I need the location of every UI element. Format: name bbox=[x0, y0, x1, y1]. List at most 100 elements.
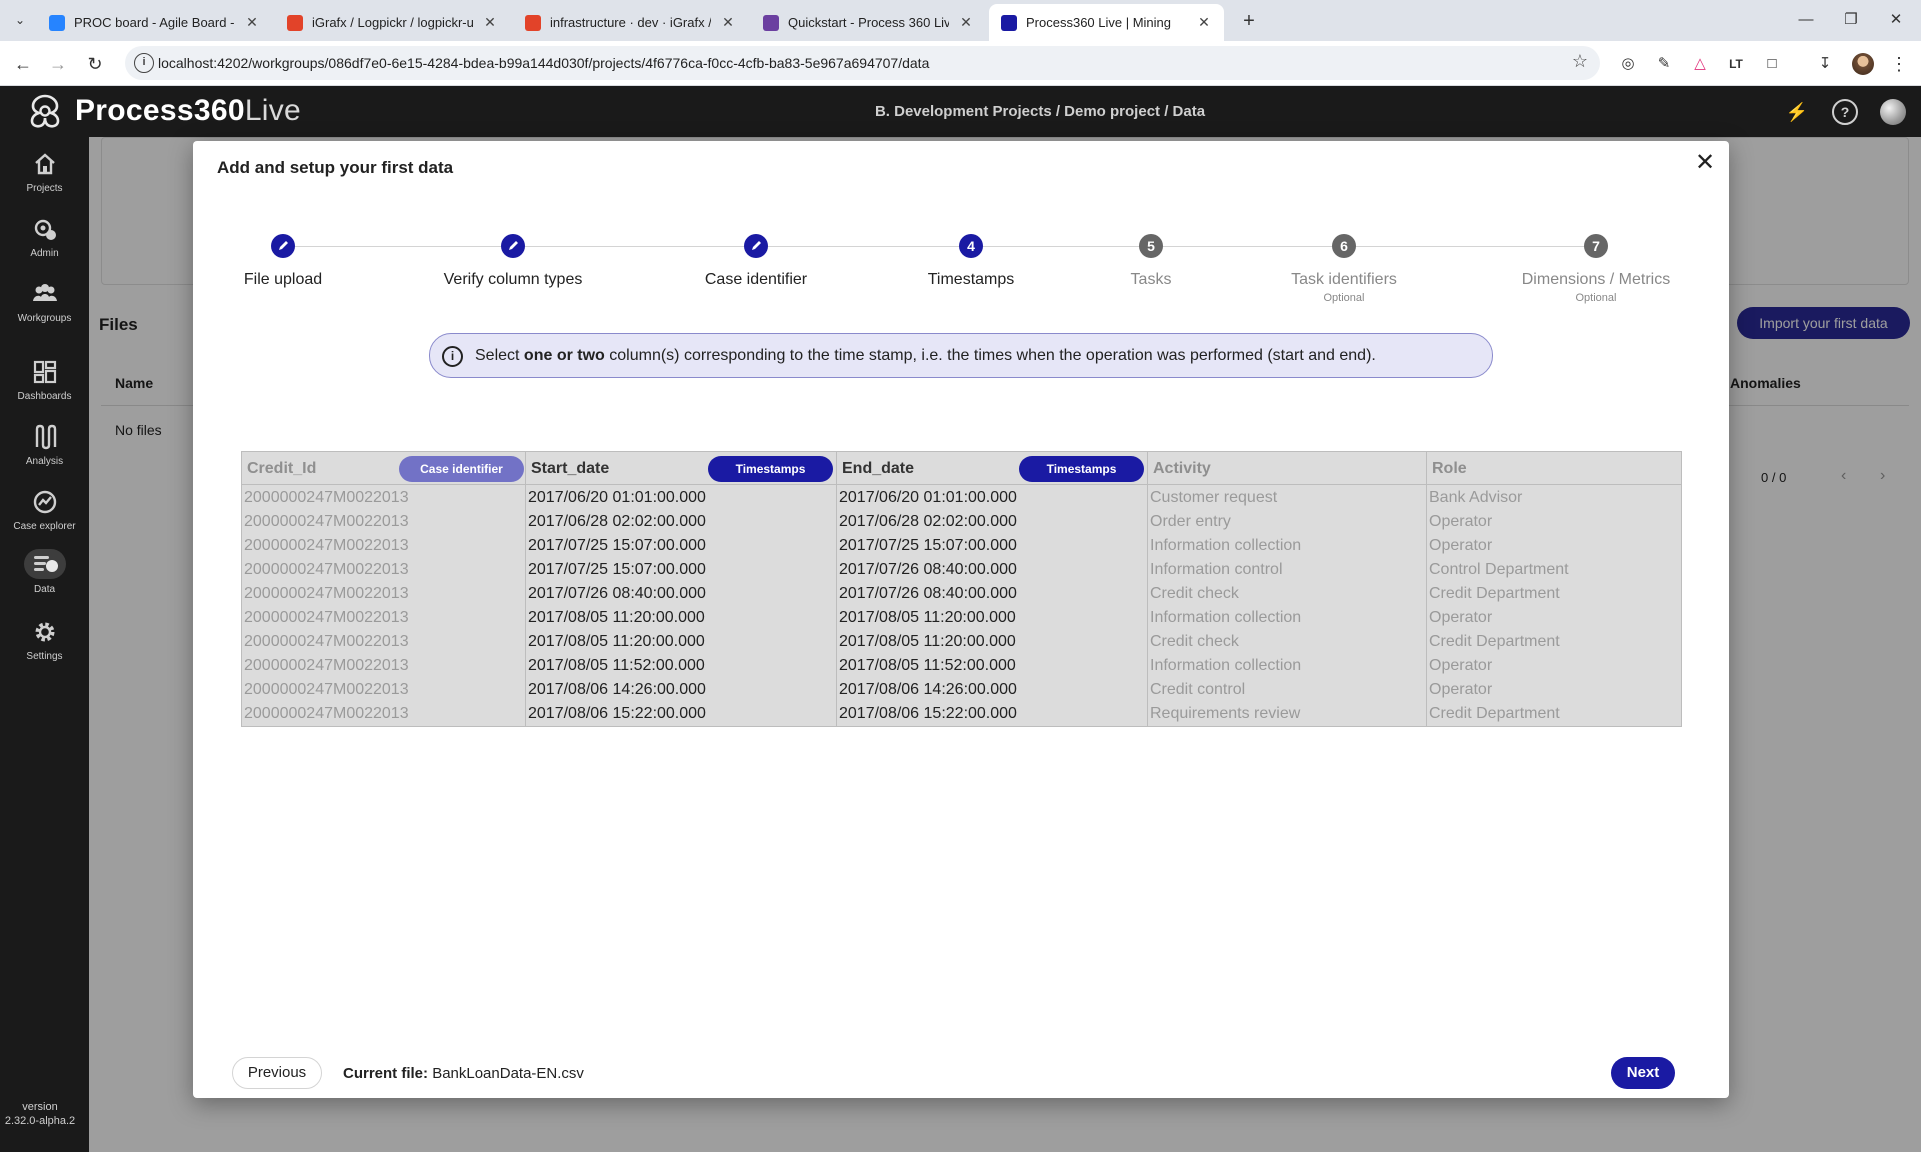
tab-favicon-icon bbox=[287, 14, 303, 31]
table-cell: 2017/07/26 08:40:00.000 bbox=[528, 585, 706, 602]
browser-tab[interactable]: Process360 Live | Mining ✕ bbox=[989, 4, 1224, 41]
table-cell: Information collection bbox=[1150, 609, 1302, 626]
language-globe-icon[interactable] bbox=[1880, 99, 1906, 125]
table-cell: Credit Department bbox=[1429, 633, 1560, 650]
tab-title: Quickstart - Process 360 Live | M bbox=[788, 15, 949, 30]
back-button[interactable]: ← bbox=[9, 50, 37, 78]
address-bar[interactable]: i localhost:4202/workgroups/086df7e0-6e1… bbox=[125, 46, 1600, 80]
tab-close-icon[interactable]: ✕ bbox=[720, 14, 736, 31]
step-7[interactable]: 7 Dimensions / Metrics Optional bbox=[1496, 234, 1696, 304]
forward-button[interactable]: → bbox=[44, 50, 72, 78]
step-done-pencil-icon bbox=[271, 234, 295, 258]
step-4[interactable]: 4 Timestamps bbox=[871, 234, 1071, 289]
tab-close-icon[interactable]: ✕ bbox=[958, 14, 974, 31]
timestamps-tag[interactable]: Timestamps bbox=[708, 456, 833, 482]
column-header-name: End_date bbox=[842, 460, 915, 477]
sidebar-item-admin[interactable]: Admin bbox=[0, 215, 89, 275]
version-info: version 2.32.0-alpha.2 bbox=[0, 1100, 80, 1128]
browser-toolbar: ← → ↻ i localhost:4202/workgroups/086df7… bbox=[0, 41, 1921, 86]
new-tab-button[interactable]: + bbox=[1236, 8, 1262, 34]
sidebar-item-projects[interactable]: Projects bbox=[0, 150, 89, 210]
previous-button[interactable]: Previous bbox=[232, 1057, 322, 1089]
table-column[interactable]: Start_date Timestamps 2017/06/20 01:01:00.… bbox=[526, 452, 837, 726]
data-toggle-icon bbox=[33, 556, 58, 572]
browser-tab[interactable]: Quickstart - Process 360 Live | M ✕ bbox=[751, 4, 986, 41]
sidebar-item-settings[interactable]: Settings bbox=[0, 618, 89, 678]
table-cell: 2017/07/25 15:07:00.000 bbox=[528, 537, 706, 554]
table-cell: Credit Department bbox=[1429, 585, 1560, 602]
browser-tab[interactable]: infrastructure · dev · iGrafx / Lo ✕ bbox=[513, 4, 748, 41]
tab-close-icon[interactable]: ✕ bbox=[244, 14, 260, 31]
restore-button[interactable]: ❐ bbox=[1831, 6, 1871, 34]
sidebar-item-case-explorer[interactable]: Case explorer bbox=[0, 488, 89, 548]
table-column[interactable]: Activity Customer request Order entry Infor… bbox=[1148, 452, 1427, 726]
table-cell: Requirements review bbox=[1150, 705, 1301, 722]
column-header[interactable]: Activity bbox=[1148, 452, 1426, 485]
sidebar-item-analysis[interactable]: Analysis bbox=[0, 423, 89, 483]
tab-search-chevron-icon[interactable]: ⌄ bbox=[8, 8, 32, 32]
sidebar-item-label: Case explorer bbox=[13, 521, 76, 532]
lightning-icon[interactable]: ⚡ bbox=[1784, 99, 1810, 125]
table-cell: 2017/08/05 11:20:00.000 bbox=[839, 609, 1016, 626]
home-icon bbox=[34, 153, 55, 175]
help-icon[interactable]: ? bbox=[1832, 99, 1858, 125]
sidebar-item-workgroups[interactable]: Workgroups bbox=[0, 280, 89, 340]
step-6[interactable]: 6 Task identifiers Optional bbox=[1244, 234, 1444, 304]
case-explorer-icon bbox=[33, 490, 56, 514]
downloads-icon[interactable]: ↧ bbox=[1814, 53, 1836, 75]
step-2[interactable]: Verify column types bbox=[413, 234, 613, 289]
step-1[interactable]: File upload bbox=[183, 234, 383, 289]
address-url[interactable]: localhost:4202/workgroups/086df7e0-6e15-… bbox=[158, 55, 929, 71]
angular-extension-icon[interactable]: △ bbox=[1689, 53, 1711, 75]
table-cell: Information control bbox=[1150, 561, 1283, 578]
browser-tab[interactable]: iGrafx / Logpickr / logpickr-ui · ✕ bbox=[275, 4, 510, 41]
table-cell: 2000000247M0022013 bbox=[244, 585, 409, 602]
sidebar-item-dashboards[interactable]: Dashboards bbox=[0, 358, 89, 418]
bookmark-star-icon[interactable]: ☆ bbox=[1572, 51, 1588, 72]
table-column[interactable]: End_date Timestamps 2017/06/20 01:01:00.00… bbox=[837, 452, 1148, 726]
current-file-name: BankLoanData-EN.csv bbox=[432, 1065, 584, 1082]
step-label: Timestamps bbox=[927, 271, 1015, 288]
tab-close-icon[interactable]: ✕ bbox=[482, 14, 498, 31]
table-cell: Credit check bbox=[1150, 633, 1239, 650]
tab-close-icon[interactable]: ✕ bbox=[1196, 14, 1212, 31]
eye-extension-icon[interactable]: ◎ bbox=[1617, 53, 1639, 75]
setup-data-dialog: Add and setup your first data ✕ File upl… bbox=[193, 141, 1729, 1098]
table-cell: 2000000247M0022013 bbox=[244, 657, 409, 674]
tab-favicon-icon bbox=[525, 14, 541, 31]
window-close-button[interactable]: ✕ bbox=[1876, 6, 1916, 34]
extensions-puzzle-icon[interactable]: □ bbox=[1761, 53, 1783, 75]
table-cell: 2017/06/28 02:02:00.000 bbox=[839, 513, 1017, 530]
table-cell: 2017/07/25 15:07:00.000 bbox=[839, 537, 1017, 554]
current-file-label: Current file: bbox=[343, 1065, 429, 1082]
table-column[interactable]: Credit_Id Case identifier 2000000247M00220… bbox=[242, 452, 526, 726]
table-cell: 2017/08/06 14:26:00.000 bbox=[528, 681, 706, 698]
browser-menu-icon[interactable]: ⋮ bbox=[1888, 53, 1910, 75]
close-icon[interactable]: ✕ bbox=[1693, 151, 1717, 175]
step-5[interactable]: 5 Tasks bbox=[1051, 234, 1251, 289]
profile-avatar[interactable] bbox=[1852, 53, 1874, 75]
column-header[interactable]: Credit_Id Case identifier bbox=[242, 452, 525, 485]
instruction-banner: i Select one or two column(s) correspond… bbox=[429, 333, 1493, 378]
column-header[interactable]: Start_date Timestamps bbox=[526, 452, 836, 485]
sidebar-item-data[interactable]: Data bbox=[0, 549, 89, 609]
table-cell: 2017/08/06 15:22:00.000 bbox=[839, 705, 1017, 722]
next-button[interactable]: Next bbox=[1611, 1057, 1675, 1089]
table-cell: Operator bbox=[1429, 657, 1493, 674]
browser-tab[interactable]: PROC board - Agile Board - Jira ✕ bbox=[37, 4, 272, 41]
table-column[interactable]: Role Bank Advisor Operator Operator Control … bbox=[1427, 452, 1681, 726]
site-info-icon[interactable]: i bbox=[134, 53, 154, 73]
column-header-name: Start_date bbox=[531, 460, 610, 477]
tab-title: PROC board - Agile Board - Jira bbox=[74, 15, 235, 30]
step-3[interactable]: Case identifier bbox=[656, 234, 856, 289]
timestamps-tag[interactable]: Timestamps bbox=[1019, 456, 1144, 482]
lt-extension-icon[interactable]: LT bbox=[1725, 53, 1747, 75]
pen-extension-icon[interactable]: ✎ bbox=[1653, 53, 1675, 75]
column-header[interactable]: Role bbox=[1427, 452, 1681, 485]
column-header[interactable]: End_date Timestamps bbox=[837, 452, 1147, 485]
tab-title: Process360 Live | Mining bbox=[1026, 15, 1172, 30]
case-identifier-tag[interactable]: Case identifier bbox=[399, 456, 524, 482]
tab-favicon-icon bbox=[1001, 14, 1017, 31]
reload-button[interactable]: ↻ bbox=[81, 50, 109, 78]
minimize-button[interactable]: — bbox=[1786, 6, 1826, 34]
